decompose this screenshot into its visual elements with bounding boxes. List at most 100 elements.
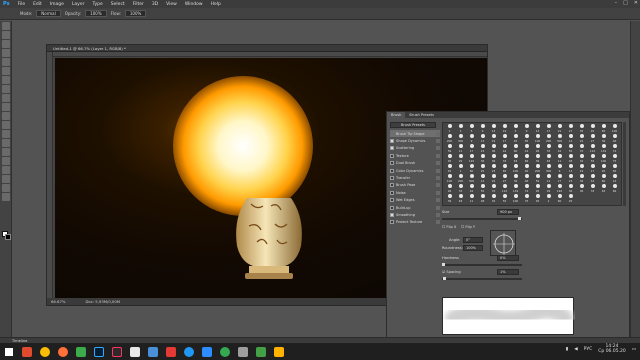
brush-tip[interactable]: 42: [466, 184, 477, 194]
lock-icon[interactable]: [436, 183, 440, 188]
taskbar-app-1[interactable]: [18, 343, 36, 360]
brush-tip[interactable]: 14: [521, 144, 532, 154]
taskbar-app-8[interactable]: [144, 343, 162, 360]
maximize-icon[interactable]: □: [623, 0, 628, 6]
lock-icon[interactable]: [436, 198, 440, 203]
tool-button[interactable]: [2, 58, 10, 66]
brush-tip[interactable]: 75: [609, 154, 620, 164]
brush-tip[interactable]: 39: [444, 194, 455, 204]
brush-tip[interactable]: 63: [543, 154, 554, 164]
brush-setting-checkbox[interactable]: [390, 168, 394, 173]
brush-setting-item[interactable]: Scattering: [390, 145, 440, 152]
tab-brush[interactable]: Brush: [387, 112, 406, 118]
brush-tip[interactable]: 33: [455, 184, 466, 194]
tool-button[interactable]: [2, 112, 10, 120]
brush-tip[interactable]: 45: [587, 124, 598, 134]
brush-tip[interactable]: 25: [477, 164, 488, 174]
mode-select[interactable]: Normal: [36, 10, 61, 17]
menu-type[interactable]: Type: [92, 2, 102, 7]
brush-tip[interactable]: 48: [565, 154, 576, 164]
tool-button[interactable]: [2, 49, 10, 57]
size-field[interactable]: 900 px: [497, 209, 519, 215]
brush-tip[interactable]: 300: [554, 134, 565, 144]
brush-tip[interactable]: 24: [576, 134, 587, 144]
brush-tip[interactable]: 70: [488, 184, 499, 194]
brush-tip[interactable]: 45: [532, 194, 543, 204]
taskbar-app-7[interactable]: [126, 343, 144, 360]
brush-tip[interactable]: 200: [543, 134, 554, 144]
brush-tip[interactable]: 42: [554, 144, 565, 154]
spacing-slider[interactable]: [442, 277, 522, 280]
brush-tip[interactable]: 14: [565, 134, 576, 144]
brush-setting-checkbox[interactable]: [390, 198, 394, 203]
brush-tip[interactable]: 66: [609, 184, 620, 194]
hardness-slider-knob[interactable]: [442, 263, 445, 266]
menu-filter[interactable]: Filter: [133, 2, 144, 7]
brush-tip[interactable]: 1: [444, 124, 455, 134]
taskbar-app-9[interactable]: [162, 343, 180, 360]
brush-tip[interactable]: 17: [587, 164, 598, 174]
lock-icon[interactable]: [436, 176, 440, 181]
brush-setting-item[interactable]: Color Dynamics: [390, 167, 440, 174]
brush-tip[interactable]: 100: [598, 154, 609, 164]
brush-tip[interactable]: 13: [488, 124, 499, 134]
tool-button[interactable]: [2, 139, 10, 147]
brush-tip[interactable]: 33: [543, 144, 554, 154]
brush-grid-scrollbar[interactable]: [623, 122, 626, 206]
brush-tip[interactable]: 5: [466, 124, 477, 134]
taskbar-app-12[interactable]: [216, 343, 234, 360]
brush-tip[interactable]: 300: [543, 164, 554, 174]
menu-file[interactable]: File: [18, 2, 26, 7]
brush-tip[interactable]: 46: [521, 174, 532, 184]
tool-button[interactable]: [2, 157, 10, 165]
brush-tip[interactable]: 27: [587, 134, 598, 144]
tool-button[interactable]: [2, 67, 10, 75]
brush-tip[interactable]: 13: [477, 134, 488, 144]
notifications-icon[interactable]: ▭: [632, 347, 636, 352]
brush-tip[interactable]: 55: [499, 194, 510, 204]
brush-setting-item[interactable]: Dual Brush: [390, 160, 440, 167]
tool-button[interactable]: [2, 130, 10, 138]
brush-tip[interactable]: 11: [554, 154, 565, 164]
brush-tip[interactable]: 27: [565, 124, 576, 134]
background-color-swatch[interactable]: [5, 234, 11, 240]
brush-tip[interactable]: 192: [466, 154, 477, 164]
lock-icon[interactable]: [436, 139, 440, 144]
brush-tip[interactable]: 300: [455, 134, 466, 144]
tool-button[interactable]: [2, 22, 10, 30]
tool-button[interactable]: [2, 166, 10, 174]
brush-tip[interactable]: 19: [488, 134, 499, 144]
lock-icon[interactable]: [436, 131, 440, 136]
lock-icon[interactable]: [436, 153, 440, 158]
brush-tip[interactable]: 23: [565, 174, 576, 184]
brush-setting-item[interactable]: Texture: [390, 152, 440, 159]
taskbar-app-13[interactable]: [234, 343, 252, 360]
taskbar-app-2[interactable]: [36, 343, 54, 360]
flip-y-label[interactable]: ☐ Flip Y: [461, 225, 475, 229]
brush-tip[interactable]: 9: [554, 164, 565, 174]
menu-edit[interactable]: Edit: [33, 2, 42, 7]
brush-tip[interactable]: 19: [576, 164, 587, 174]
brush-tip[interactable]: 36: [488, 154, 499, 164]
brush-setting-item[interactable]: Brush Tip Shape: [390, 130, 440, 138]
tool-button[interactable]: [2, 193, 10, 201]
brush-tip[interactable]: 11: [455, 144, 466, 154]
lock-icon[interactable]: [436, 212, 440, 217]
brush-tip[interactable]: 36: [576, 184, 587, 194]
brush-tip[interactable]: 45: [510, 134, 521, 144]
menu-image[interactable]: Image: [50, 2, 64, 7]
spacing-field[interactable]: 1%: [497, 269, 519, 275]
language-indicator[interactable]: РУС: [584, 347, 593, 352]
flip-x-label[interactable]: ☐ Flip X: [442, 225, 456, 229]
brush-tip[interactable]: 11: [543, 174, 554, 184]
menu-layer[interactable]: Layer: [72, 2, 85, 7]
brush-tip[interactable]: 9: [477, 124, 488, 134]
brush-tip[interactable]: 300: [466, 174, 477, 184]
taskbar-app-4[interactable]: [72, 343, 90, 360]
clock[interactable]: 14:24 Ср 06.05.20: [598, 344, 625, 354]
brush-tip[interactable]: 23: [488, 164, 499, 174]
brush-tip[interactable]: 65: [499, 164, 510, 174]
tool-button[interactable]: [2, 175, 10, 183]
brush-tip[interactable]: 60: [598, 174, 609, 184]
close-icon[interactable]: ✕: [634, 0, 638, 6]
